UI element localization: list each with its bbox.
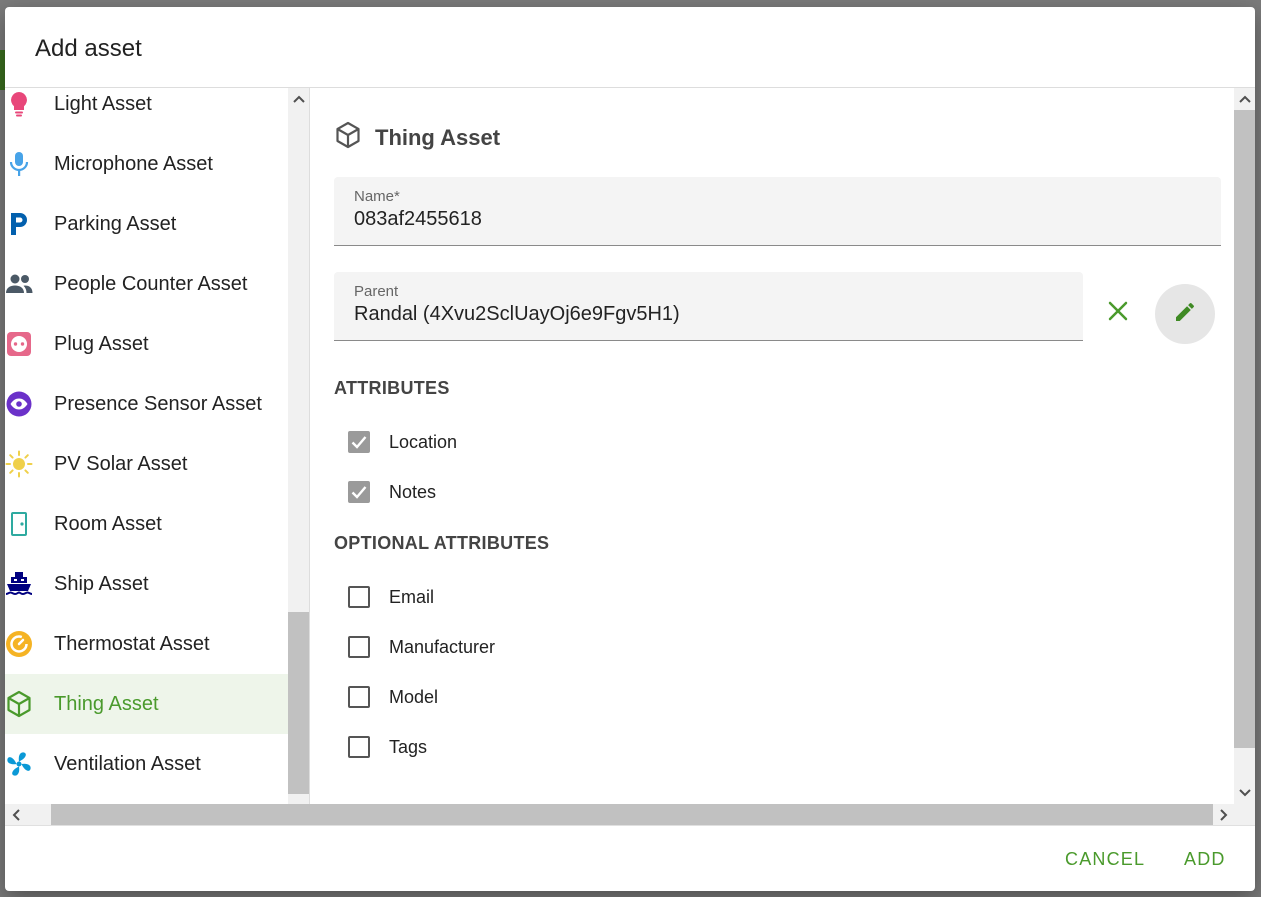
scroll-right-arrow-icon[interactable] bbox=[1213, 806, 1234, 824]
asset-type-header: Thing Asset bbox=[335, 121, 500, 154]
optional-attribute-manufacturer[interactable]: Manufacturer bbox=[348, 635, 495, 659]
attribute-label: Model bbox=[389, 686, 439, 707]
asset-item-plug[interactable]: Plug Asset bbox=[5, 314, 288, 374]
sun-icon bbox=[5, 450, 33, 478]
lightbulb-icon bbox=[5, 90, 33, 118]
scrollbar-thumb[interactable] bbox=[1234, 110, 1255, 748]
asset-item-parking[interactable]: Parking Asset bbox=[5, 194, 288, 254]
asset-details-panel: Thing Asset Name* 083af2455618 Parent Ra… bbox=[310, 88, 1234, 804]
edit-parent-button[interactable] bbox=[1155, 284, 1215, 344]
checkbox[interactable] bbox=[348, 481, 370, 503]
asset-item-label: Light Asset bbox=[54, 92, 152, 115]
parent-field-value: Randal (4Xvu2SclUayOj6e9Fgv5H1) bbox=[354, 303, 680, 325]
asset-item-ship[interactable]: Ship Asset bbox=[5, 554, 288, 614]
asset-item-label: Thermostat Asset bbox=[54, 632, 210, 655]
footer-divider bbox=[5, 825, 1255, 826]
scroll-up-arrow-icon[interactable] bbox=[288, 90, 309, 108]
name-field-value[interactable]: 083af2455618 bbox=[354, 208, 482, 231]
scrollbar-thumb[interactable] bbox=[51, 804, 1213, 825]
parent-field[interactable]: Parent Randal (4Xvu2SclUayOj6e9Fgv5H1) bbox=[334, 272, 1083, 341]
asset-item-microphone[interactable]: Microphone Asset bbox=[5, 134, 288, 194]
asset-list-scrollbar[interactable] bbox=[288, 88, 309, 804]
asset-item-ventilation[interactable]: Ventilation Asset bbox=[5, 734, 288, 794]
attributes-heading: ATTRIBUTES bbox=[334, 378, 450, 398]
attribute-label: Notes bbox=[389, 481, 437, 502]
asset-item-label: Ventilation Asset bbox=[54, 752, 201, 775]
eye-icon bbox=[5, 390, 33, 418]
attribute-label: Manufacturer bbox=[389, 636, 496, 657]
scrollbar-corner bbox=[1234, 804, 1255, 825]
scroll-left-arrow-icon[interactable] bbox=[5, 806, 26, 824]
add-button[interactable]: ADD bbox=[1184, 849, 1226, 870]
checkbox[interactable] bbox=[348, 431, 370, 453]
asset-item-label: People Counter Asset bbox=[54, 272, 248, 295]
checkbox[interactable] bbox=[348, 636, 370, 658]
asset-item-people-counter[interactable]: People Counter Asset bbox=[5, 254, 288, 314]
add-asset-dialog: Add asset Light Asset Microphone Asset P… bbox=[5, 7, 1255, 891]
cancel-button[interactable]: CANCEL bbox=[1065, 849, 1145, 870]
asset-item-thermostat[interactable]: Thermostat Asset bbox=[5, 614, 288, 674]
optional-attributes-heading: OPTIONAL ATTRIBUTES bbox=[334, 533, 550, 553]
asset-item-room[interactable]: Room Asset bbox=[5, 494, 288, 554]
fan-icon bbox=[5, 750, 33, 778]
asset-item-light[interactable]: Light Asset bbox=[5, 88, 288, 134]
scroll-up-arrow-icon[interactable] bbox=[1234, 90, 1255, 108]
attribute-label: Email bbox=[389, 586, 435, 607]
asset-item-label: Plug Asset bbox=[54, 332, 149, 355]
name-field-label: Name* bbox=[354, 188, 400, 205]
scrollbar-thumb[interactable] bbox=[288, 612, 309, 794]
asset-type-title: Thing Asset bbox=[375, 124, 501, 150]
attribute-location[interactable]: Location bbox=[348, 430, 457, 454]
scroll-down-arrow-icon[interactable] bbox=[1234, 784, 1255, 802]
asset-item-pv-solar[interactable]: PV Solar Asset bbox=[5, 434, 288, 494]
asset-item-label: Ship Asset bbox=[54, 572, 149, 595]
asset-item-label: Presence Sensor Asset bbox=[54, 392, 262, 415]
asset-item-presence-sensor[interactable]: Presence Sensor Asset bbox=[5, 374, 288, 434]
optional-attribute-email[interactable]: Email bbox=[348, 585, 434, 609]
name-field[interactable]: Name* 083af2455618 bbox=[334, 177, 1221, 246]
asset-item-label: Microphone Asset bbox=[54, 152, 213, 175]
asset-item-label: Thing Asset bbox=[54, 692, 159, 715]
asset-item-label: Parking Asset bbox=[54, 212, 177, 235]
cube-icon bbox=[5, 690, 33, 718]
thermostat-icon bbox=[5, 630, 33, 658]
asset-item-label: PV Solar Asset bbox=[54, 452, 188, 475]
cube-icon bbox=[335, 121, 361, 154]
attribute-notes[interactable]: Notes bbox=[348, 480, 436, 504]
optional-attribute-tags[interactable]: Tags bbox=[348, 735, 427, 759]
ship-icon bbox=[5, 570, 33, 598]
parent-field-label: Parent bbox=[354, 283, 399, 300]
details-scrollbar[interactable] bbox=[1234, 88, 1255, 804]
attribute-label: Location bbox=[389, 431, 458, 452]
asset-item-thing[interactable]: Thing Asset bbox=[5, 674, 288, 734]
clear-parent-button[interactable] bbox=[1099, 294, 1137, 332]
checkbox[interactable] bbox=[348, 736, 370, 758]
power-socket-icon bbox=[5, 330, 33, 358]
asset-item-label: Room Asset bbox=[54, 512, 162, 535]
horizontal-scrollbar[interactable] bbox=[5, 804, 1234, 825]
checkbox[interactable] bbox=[348, 586, 370, 608]
close-icon bbox=[1108, 301, 1128, 326]
optional-attribute-model[interactable]: Model bbox=[348, 685, 438, 709]
checkbox[interactable] bbox=[348, 686, 370, 708]
attribute-label: Tags bbox=[389, 736, 428, 757]
parking-icon bbox=[5, 210, 33, 238]
asset-type-list: Light Asset Microphone Asset Parking Ass… bbox=[5, 88, 288, 804]
pencil-icon bbox=[1173, 300, 1197, 329]
door-icon bbox=[5, 510, 33, 538]
dialog-title: Add asset bbox=[35, 35, 142, 62]
people-icon bbox=[5, 270, 33, 298]
microphone-icon bbox=[5, 150, 33, 178]
